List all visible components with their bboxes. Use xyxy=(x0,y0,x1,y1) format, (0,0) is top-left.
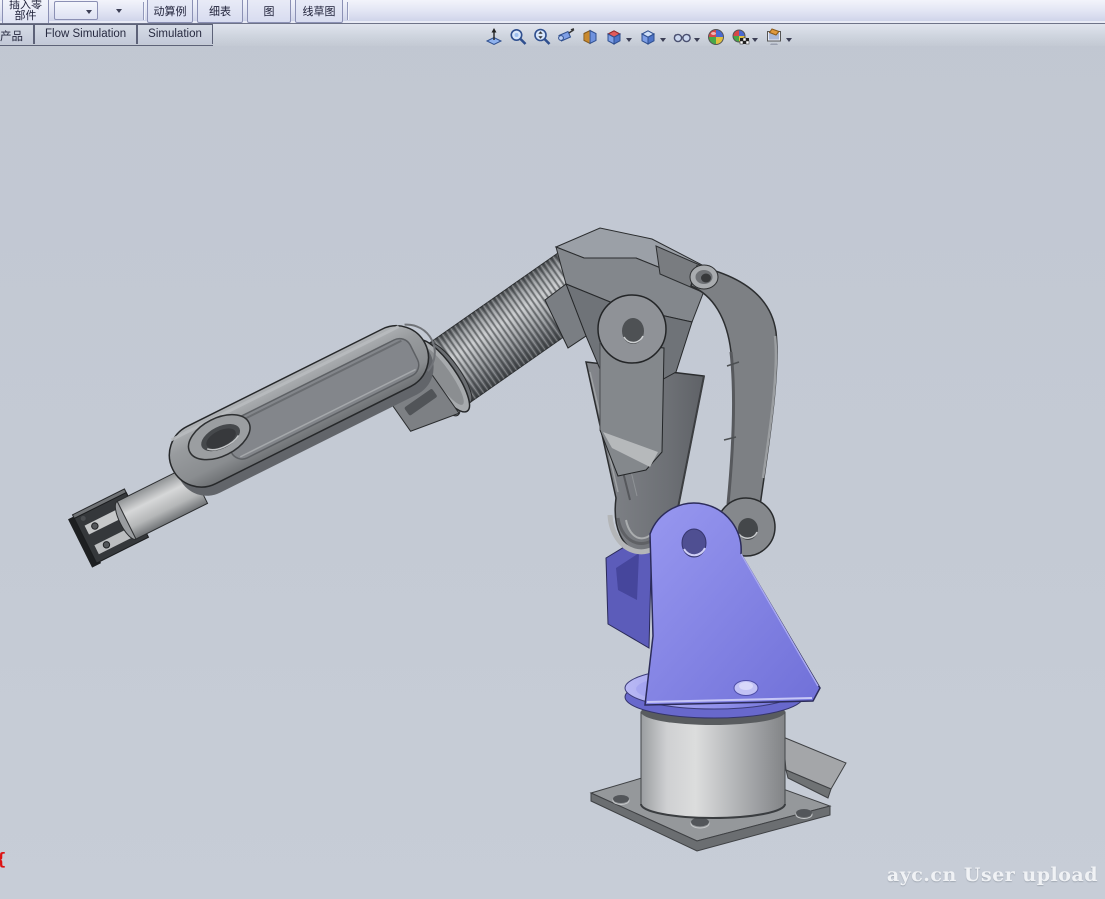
zoom-to-area-icon xyxy=(508,27,528,47)
motion-study-button[interactable]: 动算例 xyxy=(147,0,193,23)
bill-of-materials-button[interactable]: 细表 xyxy=(197,0,243,23)
section-view-icon xyxy=(580,27,600,47)
toolbar-dropdown-1[interactable] xyxy=(54,1,98,20)
chevron-down-icon xyxy=(116,9,122,13)
eyeglasses-icon xyxy=(672,27,692,47)
previous-view-icon xyxy=(556,27,576,47)
command-manager-tabs: 产品 Flow Simulation Simulation xyxy=(0,24,213,46)
tab-product[interactable]: 产品 xyxy=(0,24,34,44)
graphics-area[interactable]: ayc.cn User upload { xyxy=(0,0,1105,899)
separator xyxy=(143,2,145,20)
exploded-view-button[interactable]: 图 xyxy=(247,0,291,23)
view-orientation-button[interactable] xyxy=(603,26,625,48)
view-orientation-icon xyxy=(604,27,624,47)
button-label: 图 xyxy=(264,3,275,19)
chevron-down-icon[interactable] xyxy=(626,38,632,42)
separator xyxy=(347,2,349,20)
display-style-icon xyxy=(638,27,658,47)
shoulder-bracket xyxy=(645,503,820,705)
chevron-down-icon[interactable] xyxy=(786,38,792,42)
explode-line-sketch-button[interactable]: 线草图 xyxy=(295,0,343,23)
heads-up-view-toolbar xyxy=(483,26,795,48)
hide-show-items-button[interactable] xyxy=(671,26,693,48)
zoom-in-out-button[interactable] xyxy=(531,26,553,48)
toolbar-dropdown-2[interactable] xyxy=(106,1,134,20)
apply-scene-button[interactable] xyxy=(729,26,751,48)
robot-arm-model xyxy=(0,0,1105,899)
solidworks-window: ayc.cn User upload { 插入零 部件 动算例 细表 图 线草图… xyxy=(0,0,1105,899)
zoom-in-out-icon xyxy=(532,27,552,47)
chevron-down-icon[interactable] xyxy=(752,38,758,42)
forearm-group xyxy=(55,311,455,567)
tab-flow-simulation[interactable]: Flow Simulation xyxy=(34,24,137,44)
chevron-down-icon xyxy=(86,10,92,14)
color-ball-icon xyxy=(706,27,726,47)
previous-view-button[interactable] xyxy=(555,26,577,48)
button-label: 动算例 xyxy=(154,3,187,19)
button-label: 线草图 xyxy=(303,3,336,19)
zoom-to-fit-button[interactable] xyxy=(483,26,505,48)
zoom-to-area-button[interactable] xyxy=(507,26,529,48)
insert-component-button[interactable]: 插入零 部件 xyxy=(2,0,49,24)
tab-simulation[interactable]: Simulation xyxy=(137,24,213,44)
button-label: 细表 xyxy=(209,3,231,19)
chevron-down-icon[interactable] xyxy=(660,38,666,42)
insert-component-line2: 部件 xyxy=(3,11,48,22)
left-edge-artifact: { xyxy=(0,850,6,870)
base-fin-bracket xyxy=(783,737,846,798)
command-toolbar: 插入零 部件 动算例 细表 图 线草图 xyxy=(0,0,1105,24)
watermark: ayc.cn User upload xyxy=(887,864,1098,886)
edit-appearance-button[interactable] xyxy=(705,26,727,48)
display-style-button[interactable] xyxy=(637,26,659,48)
scene-ball-icon xyxy=(730,27,750,47)
elbow-clevis xyxy=(598,295,666,476)
view-settings-button[interactable] xyxy=(763,26,785,48)
section-view-button[interactable] xyxy=(579,26,601,48)
zoom-to-fit-icon xyxy=(484,27,504,47)
chevron-down-icon[interactable] xyxy=(694,38,700,42)
monitor-brush-icon xyxy=(764,27,784,47)
